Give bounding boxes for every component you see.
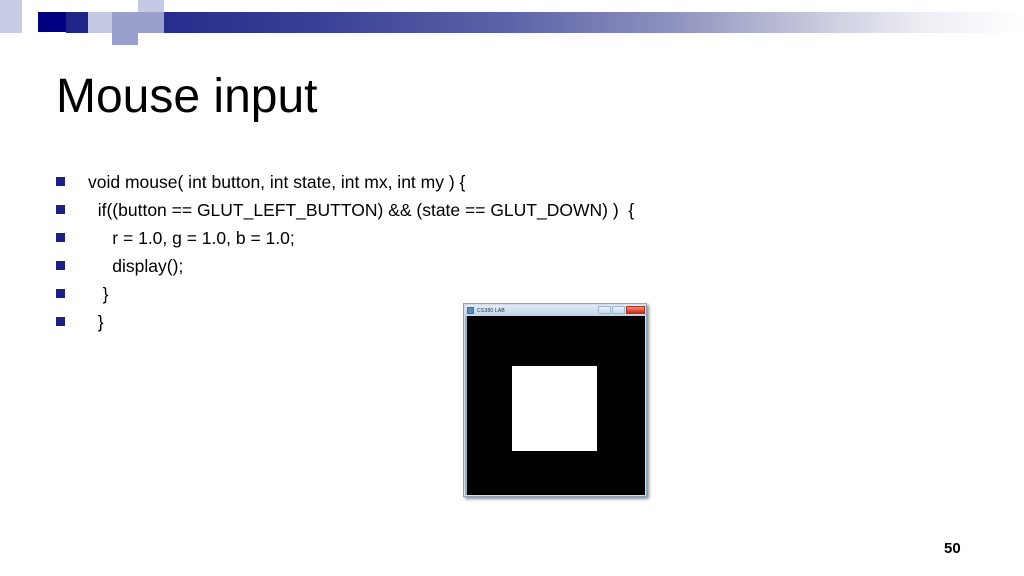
- header-square: [112, 0, 138, 12]
- app-window-screenshot: CS380 LAB: [463, 303, 647, 497]
- app-window-title: CS380 LAB: [477, 307, 505, 314]
- header-square: [112, 12, 138, 33]
- app-window-canvas: [465, 316, 645, 495]
- code-line-text: }: [88, 312, 104, 332]
- header-square: [138, 0, 164, 12]
- header-decoration: [0, 0, 1024, 48]
- header-square: [138, 12, 164, 33]
- bullet-square-icon: [56, 261, 65, 270]
- list-item: }: [56, 308, 756, 336]
- header-square: [88, 0, 112, 12]
- page-title: Mouse input: [56, 70, 318, 123]
- header-square: [0, 0, 22, 33]
- header-square: [164, 0, 186, 12]
- header-square: [22, 12, 38, 33]
- code-bullet-list: void mouse( int button, int state, int m…: [56, 168, 756, 336]
- list-item: if((button == GLUT_LEFT_BUTTON) && (stat…: [56, 196, 756, 224]
- code-line-text: if((button == GLUT_LEFT_BUTTON) && (stat…: [88, 200, 635, 220]
- bullet-square-icon: [56, 317, 65, 326]
- bullet-square-icon: [56, 177, 65, 186]
- header-square: [88, 12, 112, 33]
- application-icon: [467, 307, 474, 314]
- slide-number: 50: [944, 540, 961, 557]
- list-item: display();: [56, 252, 756, 280]
- header-square: [66, 0, 88, 12]
- header-square: [0, 33, 88, 45]
- bullet-square-icon: [56, 205, 65, 214]
- header-square: [88, 33, 112, 45]
- code-line-text: void mouse( int button, int state, int m…: [88, 172, 466, 192]
- bullet-square-icon: [56, 233, 65, 242]
- close-icon: [626, 305, 645, 314]
- minimize-icon: [598, 305, 611, 314]
- header-square: [138, 33, 186, 45]
- header-accent-square: [38, 12, 66, 32]
- app-window-controls: [598, 305, 645, 314]
- code-line-text: display();: [88, 256, 184, 276]
- maximize-icon: [612, 305, 625, 314]
- canvas-white-square: [512, 366, 597, 451]
- header-square: [112, 33, 138, 45]
- list-item: void mouse( int button, int state, int m…: [56, 168, 756, 196]
- canvas-left-edge: [465, 316, 467, 495]
- header-square: [22, 0, 44, 12]
- list-item: }: [56, 280, 756, 308]
- code-line-text: r = 1.0, g = 1.0, b = 1.0;: [88, 228, 295, 248]
- list-item: r = 1.0, g = 1.0, b = 1.0;: [56, 224, 756, 252]
- bullet-square-icon: [56, 289, 65, 298]
- code-line-text: }: [88, 284, 109, 304]
